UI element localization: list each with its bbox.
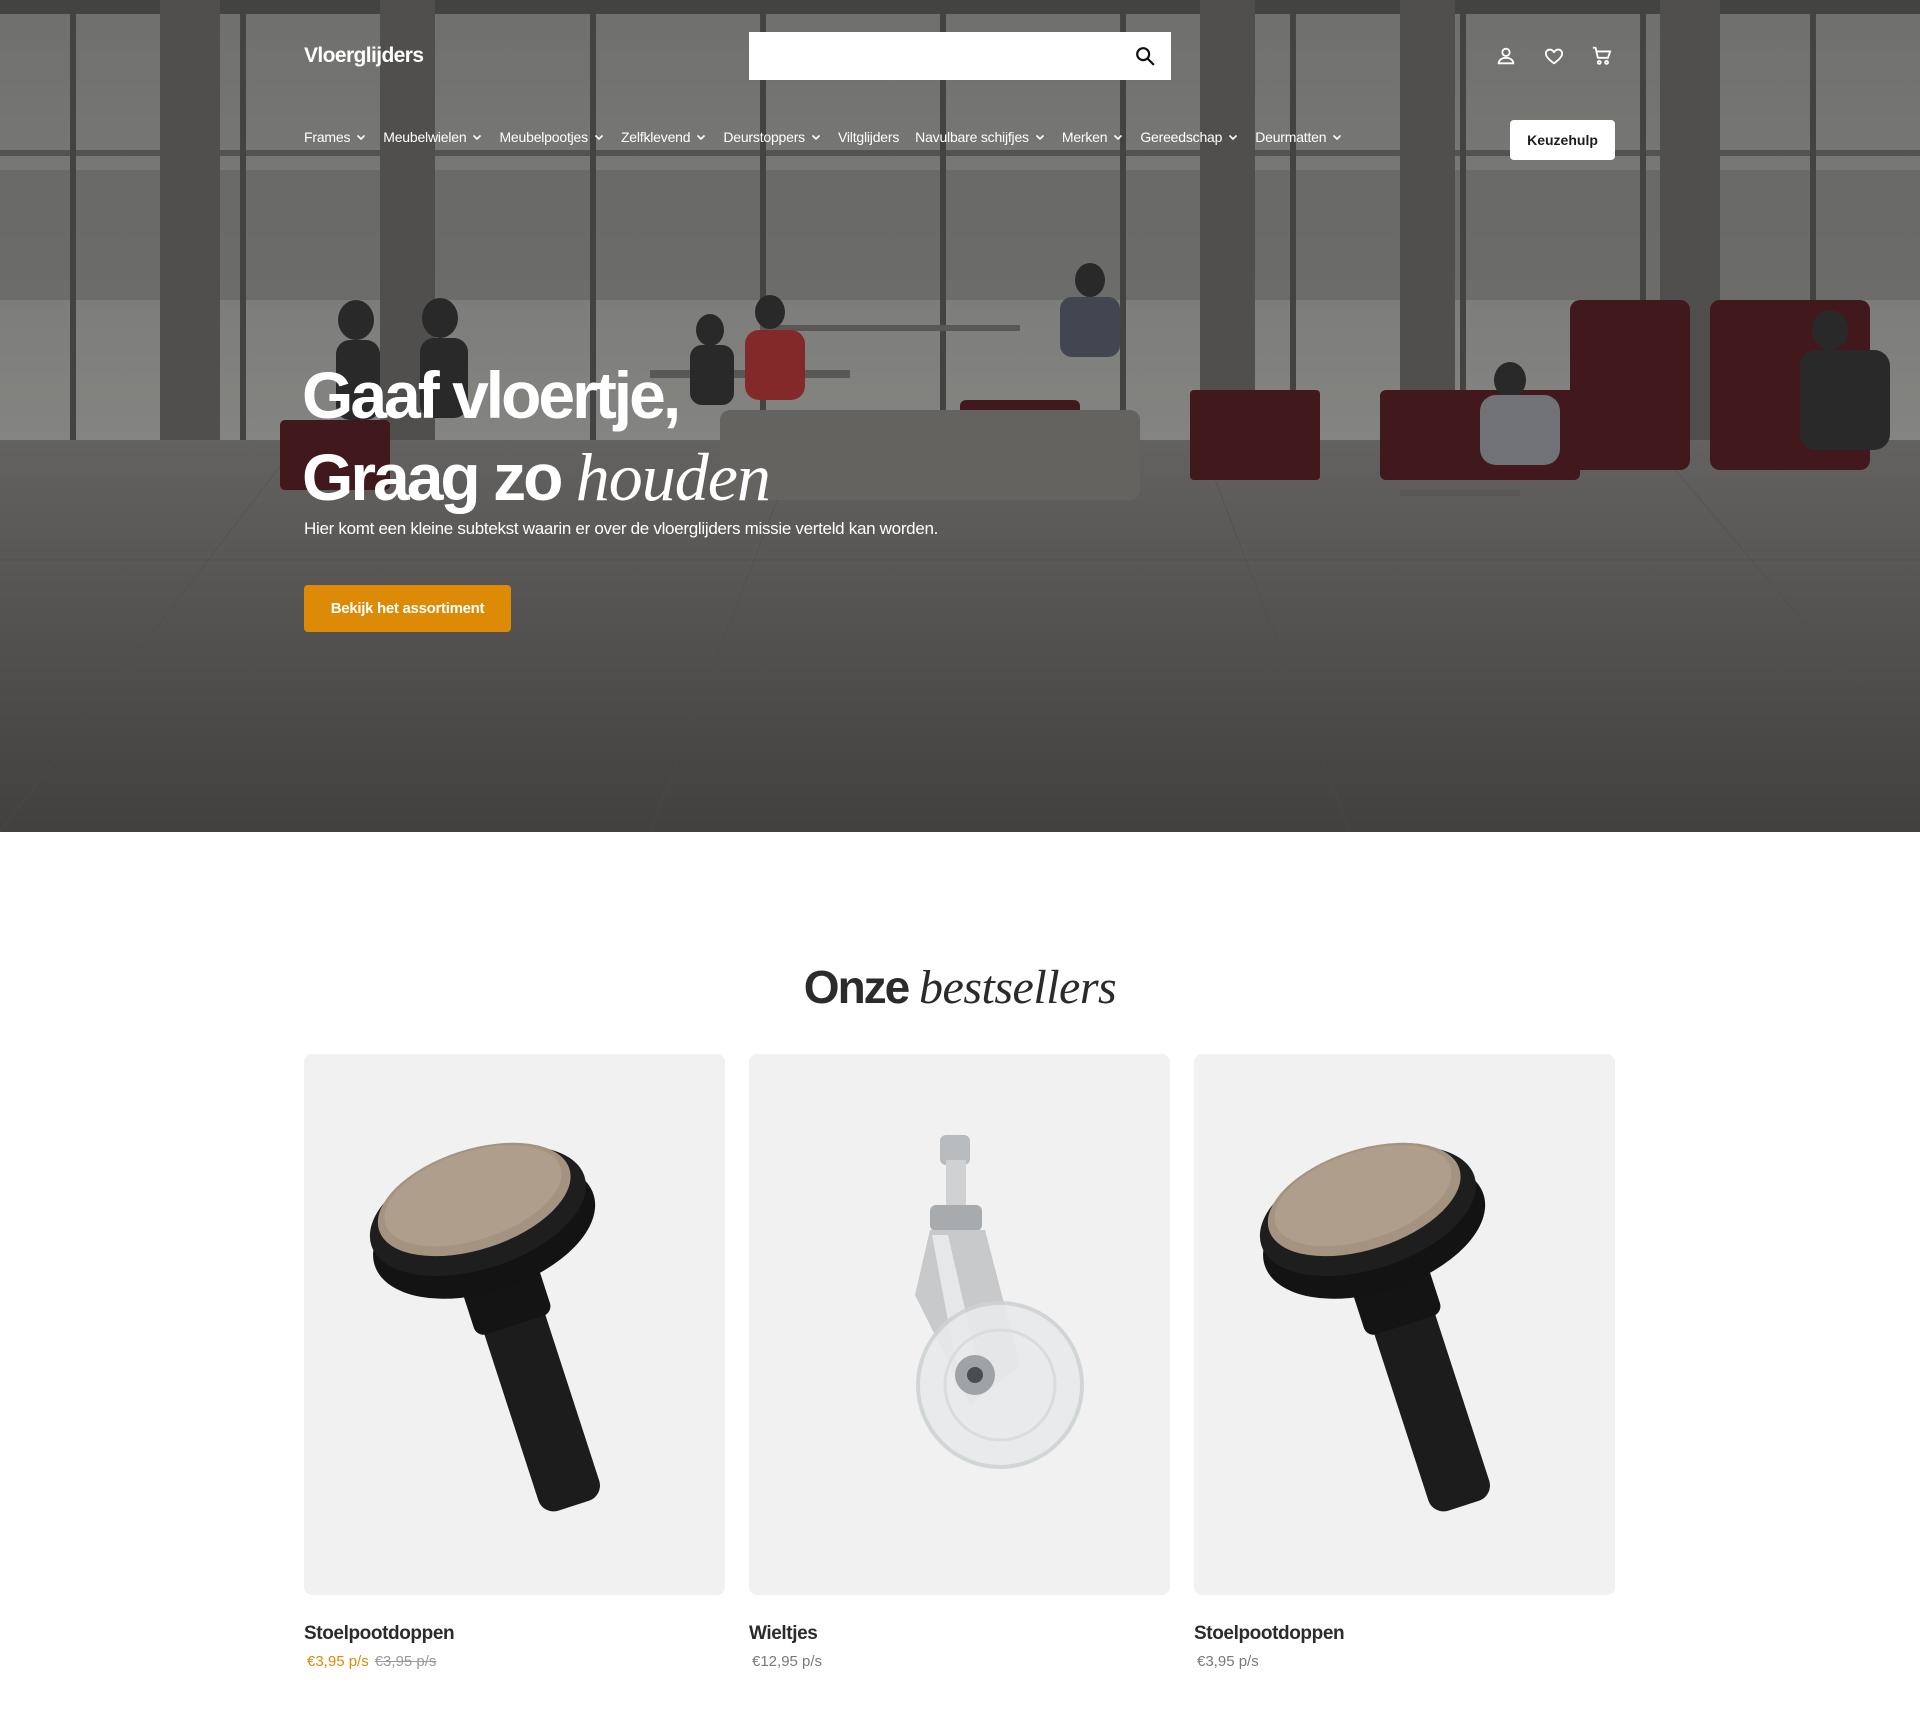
felt-glider-image: [1259, 1142, 1490, 1511]
nav-item-deurstoppers[interactable]: Deurstoppers: [723, 129, 822, 145]
bestsellers-title: Onze bestsellers: [0, 960, 1920, 1015]
felt-glider-image: [369, 1142, 600, 1511]
product-prices: €12,95 p/s: [749, 1653, 1170, 1670]
nav-item-label: Viltglijders: [838, 129, 900, 145]
nav-item-zelfklevend[interactable]: Zelfklevend: [621, 129, 707, 145]
nav-item-label: Gereedschap: [1140, 129, 1223, 145]
nav-item-merken[interactable]: Merken: [1062, 129, 1124, 145]
heart-icon[interactable]: [1542, 44, 1566, 68]
product-name[interactable]: Stoelpootdoppen: [1194, 1623, 1615, 1645]
caster-wheel-image: [914, 1134, 1084, 1469]
search-bar: [749, 32, 1171, 80]
chevron-down-icon: [811, 134, 821, 141]
chevron-down-icon: [594, 134, 604, 141]
hero-title-line2: Graag zo: [302, 440, 563, 514]
chevron-down-icon: [1333, 134, 1342, 141]
product-card[interactable]: Wieltjes €12,95 p/s: [749, 1054, 1170, 1670]
hero-title: Gaaf vloertje, Graag zo houden: [302, 354, 771, 518]
nav-item-frames[interactable]: Frames: [304, 129, 367, 145]
bestsellers-title-regular: Onze: [803, 961, 910, 1013]
shop-assortment-button[interactable]: Bekijk het assortiment: [304, 585, 511, 632]
chevron-down-icon: [357, 134, 366, 141]
nav-item-label: Meubelwielen: [383, 129, 467, 145]
nav-item-label: Deurmatten: [1255, 129, 1327, 145]
chevron-down-icon: [1114, 134, 1123, 141]
search-icon[interactable]: [1119, 32, 1171, 80]
product-prices: €3,95 p/s: [1194, 1653, 1615, 1670]
hero-overlay: [0, 0, 1920, 832]
nav-item-label: Navulbare schijfjes: [915, 129, 1029, 145]
chevron-down-icon: [1229, 134, 1238, 141]
nav-item-deurmatten[interactable]: Deurmatten: [1255, 129, 1343, 145]
hero-title-italic: houden: [575, 439, 771, 515]
nav-item-label: Zelfklevend: [620, 129, 691, 145]
product-grid: Stoelpootdoppen €3,95 p/s €3,95 p/s Wiel…: [304, 1054, 1615, 1670]
product-name[interactable]: Wieltjes: [749, 1623, 1170, 1645]
hero-banner: Vloerglijders Frames Meubelwielen Meubel…: [0, 0, 1920, 832]
product-image-caster-wheel[interactable]: [749, 1054, 1170, 1595]
site-logo[interactable]: Vloerglijders: [304, 44, 424, 68]
product-price: €12,95 p/s: [752, 1653, 823, 1670]
header-actions: [1494, 44, 1614, 68]
main-navigation: Frames Meubelwielen Meubelpootjes Zelfkl…: [304, 129, 1359, 145]
search-input[interactable]: [749, 32, 1119, 80]
chevron-down-icon: [473, 134, 482, 141]
nav-item-label: Deurstoppers: [723, 129, 805, 145]
chevron-down-icon: [697, 134, 706, 141]
user-icon[interactable]: [1494, 44, 1518, 68]
nav-item-meubelwielen[interactable]: Meubelwielen: [383, 129, 483, 145]
nav-item-label: Frames: [304, 129, 351, 145]
nav-item-viltglijders[interactable]: Viltglijders: [838, 129, 899, 145]
nav-item-label: Merken: [1061, 129, 1108, 145]
product-image-felt-glider[interactable]: [1194, 1054, 1615, 1595]
bestsellers-title-italic: bestsellers: [919, 961, 1117, 1014]
hero-subtext: Hier komt een kleine subtekst waarin er …: [304, 519, 939, 538]
nav-item-navulbare-schijfjes[interactable]: Navulbare schijfjes: [915, 129, 1046, 145]
product-name[interactable]: Stoelpootdoppen: [304, 1623, 725, 1645]
chevron-down-icon: [1035, 134, 1044, 141]
product-old-price: €3,95 p/s: [374, 1653, 437, 1670]
cart-icon[interactable]: [1590, 44, 1614, 68]
nav-item-meubelpootjes[interactable]: Meubelpootjes: [499, 129, 604, 145]
product-image-felt-glider[interactable]: [304, 1054, 725, 1595]
product-price: €3,95 p/s: [1197, 1653, 1259, 1670]
product-card[interactable]: Stoelpootdoppen €3,95 p/s: [1194, 1054, 1615, 1670]
nav-item-label: Meubelpootjes: [499, 129, 588, 145]
nav-item-gereedschap[interactable]: Gereedschap: [1140, 129, 1239, 145]
keuzehulp-button[interactable]: Keuzehulp: [1510, 120, 1615, 160]
product-prices: €3,95 p/s €3,95 p/s: [304, 1653, 725, 1670]
product-card[interactable]: Stoelpootdoppen €3,95 p/s €3,95 p/s: [304, 1054, 725, 1670]
product-price: €3,95 p/s: [307, 1653, 369, 1670]
hero-title-line1: Gaaf vloertje,: [302, 358, 681, 432]
